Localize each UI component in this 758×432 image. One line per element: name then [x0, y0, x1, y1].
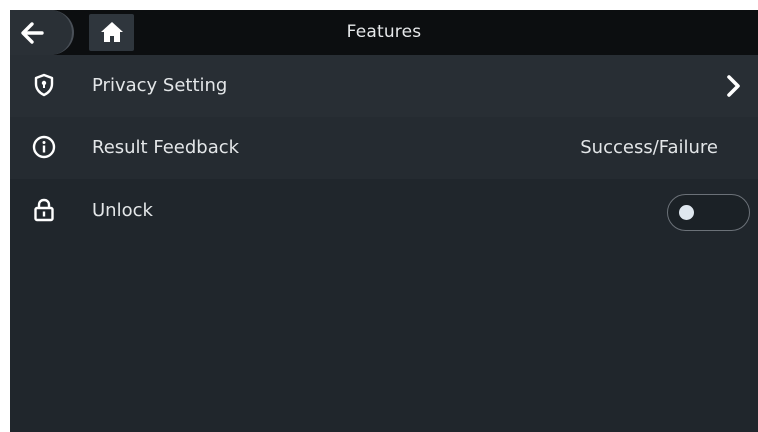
result-feedback-row[interactable]: Result Feedback Success/Failure [10, 117, 758, 179]
row-label: Unlock [92, 200, 153, 221]
privacy-setting-row[interactable]: Privacy Setting [10, 55, 758, 117]
row-label: Result Feedback [92, 137, 240, 158]
chevron-right-icon [727, 75, 740, 97]
header-bar: Features [10, 10, 758, 55]
toggle-knob [679, 205, 694, 220]
row-label: Privacy Setting [92, 75, 228, 96]
lock-icon [34, 198, 54, 222]
unlock-row: Unlock [10, 180, 758, 242]
unlock-toggle[interactable] [667, 194, 750, 231]
shield-icon [34, 73, 54, 97]
page-title: Features [346, 22, 422, 42]
features-screen: Features Privacy Setting Result Feedback… [10, 10, 758, 432]
info-circle-icon [32, 135, 56, 159]
result-feedback-value: Success/Failure [580, 137, 718, 158]
